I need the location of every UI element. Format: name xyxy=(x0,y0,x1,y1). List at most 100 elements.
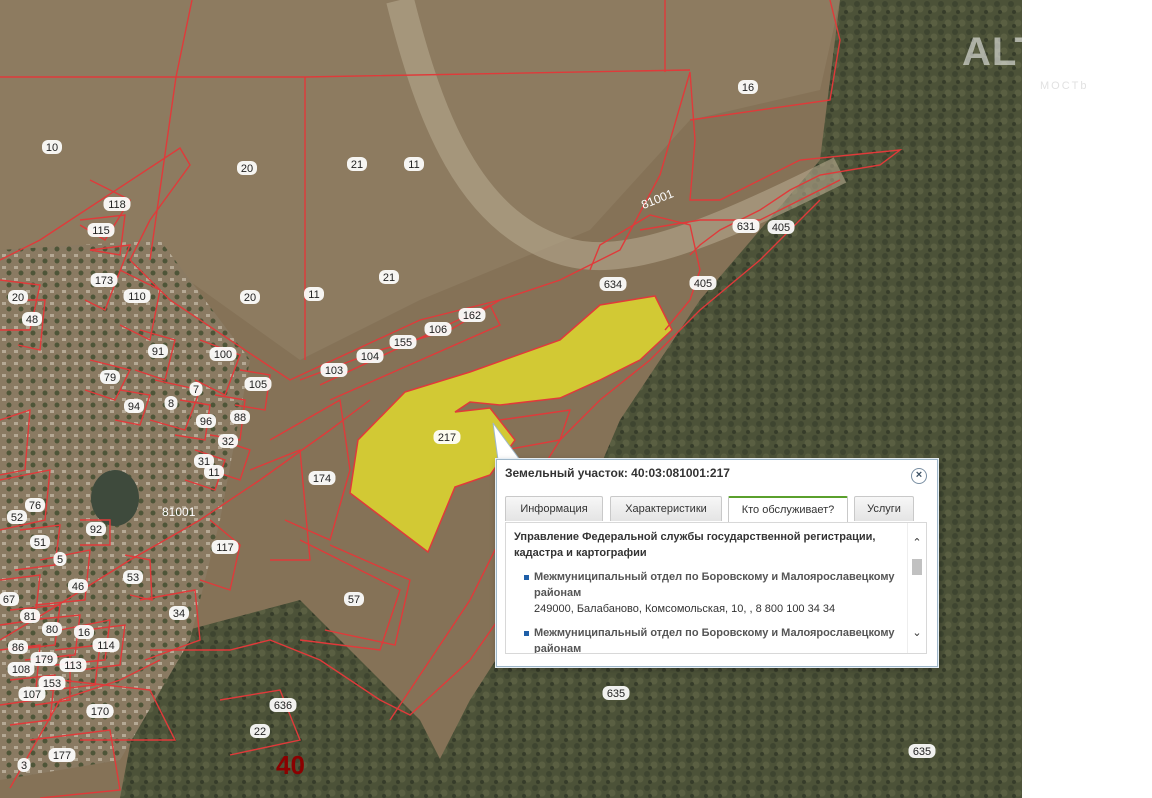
parcel-number: 91 xyxy=(152,346,164,358)
parcel-number: 104 xyxy=(361,351,379,363)
parcel-number: 76 xyxy=(29,500,41,512)
parcel-number-label: 631 xyxy=(732,219,760,233)
parcel-number: 57 xyxy=(348,594,360,606)
bullet-icon xyxy=(524,631,529,636)
parcel-number: 179 xyxy=(35,654,53,666)
parcel-number-label: 21 xyxy=(379,270,399,284)
parcel-number-label: 20 xyxy=(237,161,257,175)
parcel-number-label: 174 xyxy=(308,471,336,485)
parcel-number-label: 3 xyxy=(17,758,31,772)
parcel-number: 635 xyxy=(913,746,931,758)
parcel-number: 20 xyxy=(244,292,256,304)
parcel-number-label: 118 xyxy=(103,197,131,211)
parcel-number-label: 104 xyxy=(356,349,384,363)
parcel-number-label: 21 xyxy=(347,157,367,171)
parcel-number: 5 xyxy=(57,554,63,566)
parcel-number-label: 108 xyxy=(7,662,35,676)
parcel-number: 405 xyxy=(694,278,712,290)
parcel-number: 86 xyxy=(12,642,24,654)
parcel-number: 10 xyxy=(46,142,58,154)
parcel-number: 405 xyxy=(772,222,790,234)
parcel-number-label: 22 xyxy=(250,724,270,738)
parcel-number-label: 81 xyxy=(20,609,40,623)
parcel-number: 117 xyxy=(216,542,234,554)
parcel-number-label: 634 xyxy=(599,277,627,291)
parcel-number: 173 xyxy=(95,275,113,287)
parcel-number-label: 405 xyxy=(767,220,795,234)
bullet-icon xyxy=(524,575,529,580)
parcel-number: 20 xyxy=(12,292,24,304)
parcel-number: 631 xyxy=(737,221,755,233)
parcel-number-label: 635 xyxy=(602,686,630,700)
parcel-number-label: 79 xyxy=(100,370,120,384)
parcel-number: 3 xyxy=(21,760,27,772)
parcel-number: 106 xyxy=(429,324,447,336)
parcel-number: 118 xyxy=(108,199,126,211)
parcel-number: 11 xyxy=(308,289,319,301)
parcel-number-label: 5 xyxy=(53,552,67,566)
tab-characteristics[interactable]: Характеристики xyxy=(610,496,722,521)
parcel-number-label: 177 xyxy=(48,748,76,762)
parcel-number: 46 xyxy=(72,581,84,593)
parcel-number-label: 76 xyxy=(25,498,45,512)
parcel-number: 108 xyxy=(12,664,30,676)
parcel-number-label: 67 xyxy=(0,592,19,606)
parcel-number: 113 xyxy=(64,660,82,672)
parcel-number-label: 96 xyxy=(196,414,216,428)
parcel-number: 170 xyxy=(91,706,109,718)
parcel-number-label: 53 xyxy=(123,570,143,584)
parcel-number-label: 11 xyxy=(404,157,424,171)
parcel-number: 34 xyxy=(173,608,185,620)
scroll-down-icon[interactable]: ⌄ xyxy=(911,627,923,639)
scrollbar-thumb[interactable] xyxy=(912,559,922,575)
parcel-number-label: 636 xyxy=(269,698,297,712)
parcel-number-label: 115 xyxy=(87,223,115,237)
parcel-number-label: 11 xyxy=(204,465,224,479)
quarter-label: 81001 xyxy=(162,505,196,519)
parcel-number: 32 xyxy=(222,436,234,448)
parcel-number: 153 xyxy=(43,678,61,690)
parcel-number-label: 80 xyxy=(42,622,62,636)
watermark-subtitle: MOCTb xyxy=(1040,80,1089,92)
parcel-number-label: 405 xyxy=(689,276,717,290)
map-view[interactable]: 10 20 21 11 21 20 11 16 118 115 173 110 20 48 103 104 15… xyxy=(0,0,1022,798)
tab-info[interactable]: Информация xyxy=(505,496,603,521)
list-item: Межмуниципальный отдел по Боровскому и М… xyxy=(514,625,900,653)
parcel-number: 11 xyxy=(208,467,219,479)
parcel-number: 115 xyxy=(92,225,110,237)
parcel-number: 16 xyxy=(78,627,90,639)
pond xyxy=(91,470,139,526)
parcel-number-label: 155 xyxy=(389,335,417,349)
parcel-number-label: 7 xyxy=(189,382,203,396)
parcel-number-label: 46 xyxy=(68,579,88,593)
scroll-up-icon[interactable]: ⌃ xyxy=(911,537,923,549)
map-canvas[interactable]: 1020 21 112120 1116118115173110204810310415… xyxy=(0,0,1022,798)
popup-content: Управление Федеральной службы государств… xyxy=(505,522,927,654)
parcel-number: 67 xyxy=(3,594,15,606)
parcel-number: 53 xyxy=(127,572,139,584)
parcel-number: 8 xyxy=(168,398,174,410)
parcel-number-label: 11 xyxy=(304,287,324,301)
tab-who-serves[interactable]: Кто обслуживает? xyxy=(728,496,848,523)
parcel-number-label: 113 xyxy=(59,658,87,672)
scrollbar[interactable]: ⌃ ⌄ xyxy=(907,523,926,653)
watermark-logo: ALT xyxy=(962,30,1040,74)
parcel-number: 94 xyxy=(128,401,140,413)
parcel-info-popup: Земельный участок: 40:03:081001:217 × Ин… xyxy=(496,459,938,667)
popup-title: Земельный участок: 40:03:081001:217 xyxy=(505,466,730,480)
close-icon[interactable]: × xyxy=(911,468,927,484)
parcel-number: 21 xyxy=(351,159,363,171)
parcel-number-label: 16 xyxy=(738,80,758,94)
parcel-number-label: 52 xyxy=(7,510,27,524)
parcel-number: 20 xyxy=(241,163,253,175)
tab-services[interactable]: Услуги xyxy=(854,496,914,521)
parcel-number: 51 xyxy=(34,537,46,549)
parcel-number-label: 105 xyxy=(244,377,272,391)
parcel-number: 114 xyxy=(97,640,115,652)
parcel-number-label: 88 xyxy=(230,410,250,424)
parcel-number: 162 xyxy=(463,310,481,322)
parcel-number: 48 xyxy=(26,314,38,326)
parcel-number-label: 170 xyxy=(86,704,114,718)
parcel-number-label: 100 xyxy=(209,347,237,361)
district-label: 40 xyxy=(276,750,305,780)
